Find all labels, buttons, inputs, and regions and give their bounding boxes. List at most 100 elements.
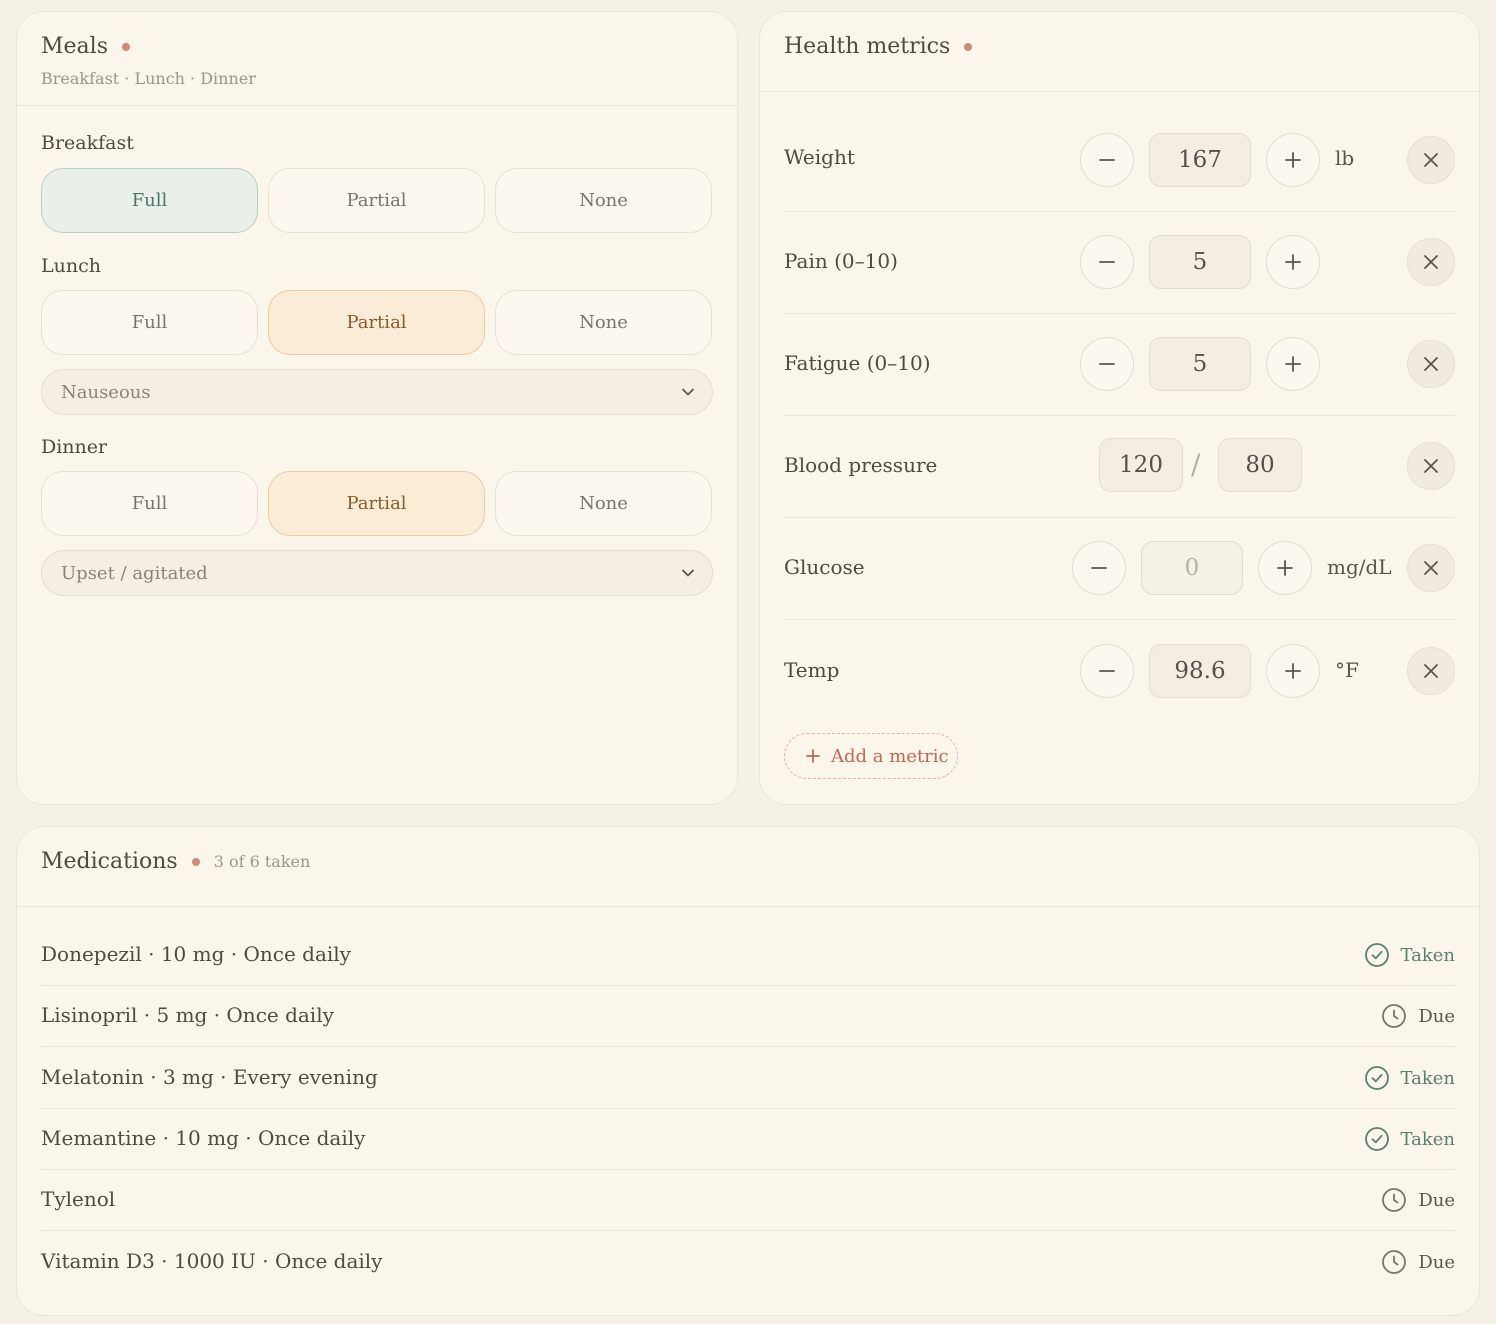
meals-subtitle: Breakfast · Lunch · Dinner — [41, 69, 256, 88]
metric-value[interactable]: 0 — [1141, 541, 1243, 595]
metric-row-pain: Pain (0–10) 5 — [784, 211, 1455, 314]
metric-row-blood-pressure: Blood pressure 120 / 80 — [784, 415, 1455, 518]
breakfast-full-option[interactable]: Full — [41, 168, 258, 233]
medication-row[interactable]: Memantine · 10 mg · Once daily Taken — [41, 1108, 1455, 1170]
dinner-mood-select[interactable]: Upset / agitated — [41, 550, 713, 596]
increment-button[interactable] — [1266, 337, 1320, 391]
metric-label: Weight — [784, 145, 855, 169]
dinner-none-option[interactable]: None — [495, 471, 712, 536]
close-icon — [1424, 357, 1438, 371]
medication-status[interactable]: Due — [1381, 1187, 1455, 1213]
medication-row[interactable]: Tylenol Due — [41, 1169, 1455, 1231]
breakfast-none-option[interactable]: None — [495, 168, 712, 233]
remove-metric-button[interactable] — [1407, 544, 1455, 592]
close-icon — [1424, 664, 1438, 678]
metric-value[interactable]: 167 — [1149, 133, 1251, 187]
metric-label: Glucose — [784, 555, 865, 579]
medication-status[interactable]: Taken — [1364, 942, 1455, 968]
increment-button[interactable] — [1258, 541, 1312, 595]
plus-icon — [806, 749, 820, 763]
check-circle-icon — [1364, 943, 1389, 967]
medication-status[interactable]: Taken — [1364, 1126, 1455, 1152]
remove-metric-button[interactable] — [1407, 340, 1455, 388]
metric-row-fatigue: Fatigue (0–10) 5 — [784, 313, 1455, 416]
dinner-label: Dinner — [41, 436, 108, 458]
metric-value[interactable]: 5 — [1149, 235, 1251, 289]
diastolic-input[interactable]: 80 — [1218, 438, 1302, 492]
medications-card: Medications 3 of 6 taken Donepezil · 10 … — [16, 826, 1480, 1316]
metric-row-weight: Weight 167 lb — [784, 109, 1455, 212]
medication-name: Tylenol — [41, 1187, 116, 1211]
metric-row-temp: Temp 98.6 °F — [784, 619, 1455, 721]
status-label: Due — [1418, 1251, 1455, 1273]
medication-name: Memantine · 10 mg · Once daily — [41, 1126, 366, 1150]
decrement-button[interactable] — [1080, 133, 1134, 187]
medication-status[interactable]: Due — [1381, 1249, 1455, 1275]
lunch-mood-value: Nauseous — [61, 381, 151, 403]
breakfast-label: Breakfast — [41, 132, 134, 154]
dinner-partial-option[interactable]: Partial — [268, 471, 485, 536]
close-icon — [1424, 459, 1438, 473]
health-title: Health metrics — [784, 34, 951, 59]
bp-separator: / — [1191, 448, 1201, 481]
plus-icon — [1285, 152, 1301, 168]
decrement-button[interactable] — [1080, 644, 1134, 698]
metric-label: Pain (0–10) — [784, 249, 898, 273]
close-icon — [1424, 561, 1438, 575]
increment-button[interactable] — [1266, 235, 1320, 289]
lunch-full-option[interactable]: Full — [41, 290, 258, 355]
lunch-label: Lunch — [41, 255, 101, 277]
metric-value[interactable]: 5 — [1149, 337, 1251, 391]
meals-card: Meals Breakfast · Lunch · Dinner Breakfa… — [16, 11, 738, 805]
metric-label: Fatigue (0–10) — [784, 351, 931, 375]
remove-metric-button[interactable] — [1407, 238, 1455, 286]
dinner-mood-value: Upset / agitated — [61, 562, 208, 584]
minus-icon — [1091, 567, 1107, 569]
status-dot — [191, 857, 200, 866]
medication-row[interactable]: Lisinopril · 5 mg · Once daily Due — [41, 985, 1455, 1047]
medication-row[interactable]: Donepezil · 10 mg · Once daily Taken — [41, 924, 1455, 986]
health-header: Health metrics — [760, 12, 1479, 92]
systolic-input[interactable]: 120 — [1099, 438, 1183, 492]
add-metric-button[interactable]: Add a metric — [784, 733, 958, 779]
chevron-down-icon — [682, 388, 694, 396]
metric-label: Temp — [784, 658, 840, 682]
clock-icon — [1382, 1250, 1407, 1274]
close-icon — [1424, 255, 1438, 269]
status-dot — [122, 42, 130, 51]
medication-status[interactable]: Taken — [1364, 1065, 1456, 1091]
minus-icon — [1099, 159, 1115, 161]
decrement-button[interactable] — [1080, 235, 1134, 289]
medication-status[interactable]: Due — [1381, 1003, 1455, 1029]
remove-metric-button[interactable] — [1407, 136, 1455, 184]
close-icon — [1424, 153, 1438, 167]
meals-title: Meals — [41, 34, 108, 59]
check-circle-icon — [1364, 1127, 1389, 1151]
metric-unit: lb — [1335, 146, 1355, 170]
lunch-partial-option[interactable]: Partial — [268, 290, 485, 355]
remove-metric-button[interactable] — [1407, 442, 1455, 490]
metric-value[interactable]: 98.6 — [1149, 644, 1251, 698]
status-label: Taken — [1400, 1067, 1456, 1089]
medications-header: Medications 3 of 6 taken — [17, 827, 1479, 907]
health-metrics-card: Health metrics Weight 167 lb Pain (0–10)… — [759, 11, 1480, 805]
medication-row[interactable]: Melatonin · 3 mg · Every evening Taken — [41, 1047, 1455, 1109]
medication-row[interactable]: Vitamin D3 · 1000 IU · Once daily Due — [41, 1231, 1455, 1292]
add-metric-label: Add a metric — [831, 745, 949, 767]
increment-button[interactable] — [1266, 133, 1320, 187]
lunch-mood-select[interactable]: Nauseous — [41, 369, 713, 415]
breakfast-partial-option[interactable]: Partial — [268, 168, 485, 233]
metric-row-glucose: Glucose 0 mg/dL — [784, 517, 1455, 620]
decrement-button[interactable] — [1072, 541, 1126, 595]
decrement-button[interactable] — [1080, 337, 1134, 391]
remove-metric-button[interactable] — [1407, 647, 1455, 695]
lunch-none-option[interactable]: None — [495, 290, 712, 355]
medications-count: 3 of 6 taken — [213, 852, 311, 871]
clock-icon — [1382, 1188, 1407, 1212]
increment-button[interactable] — [1266, 644, 1320, 698]
minus-icon — [1099, 670, 1115, 672]
status-label: Due — [1418, 1189, 1455, 1211]
plus-icon — [1285, 356, 1301, 372]
medication-name: Vitamin D3 · 1000 IU · Once daily — [41, 1249, 383, 1273]
dinner-full-option[interactable]: Full — [41, 471, 258, 536]
